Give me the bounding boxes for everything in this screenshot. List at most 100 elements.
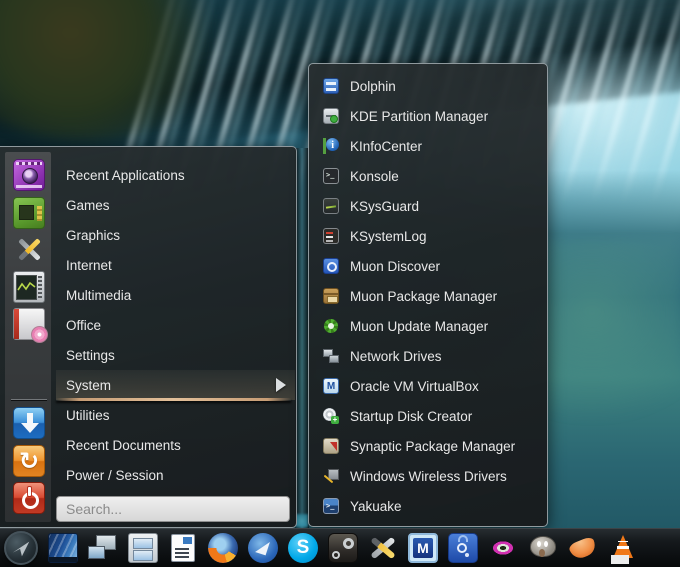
desktop-icon[interactable] — [48, 533, 78, 563]
eye-icon[interactable] — [488, 533, 518, 563]
crossed-tools-icon[interactable] — [13, 233, 45, 265]
app-launcher-icon[interactable] — [4, 531, 38, 565]
ksysguard-icon — [323, 198, 339, 214]
submenu-item-label: KSystemLog — [350, 228, 427, 244]
windows-wireless-drivers-icon — [323, 468, 339, 484]
menu-item-graphics[interactable]: Graphics — [56, 220, 295, 250]
submenu-item-kinfocenter[interactable]: KInfoCenter — [309, 131, 547, 161]
search-box — [56, 496, 290, 522]
submenu-item-label: KInfoCenter — [350, 138, 423, 154]
submenu-item-label: KSysGuard — [350, 198, 420, 214]
submenu-item-label: Synaptic Package Manager — [350, 438, 516, 454]
yakuake-icon — [323, 498, 339, 514]
muon-discover-icon — [323, 258, 339, 274]
menu-item-label: Office — [66, 317, 102, 333]
system-submenu-panel: Dolphin KDE Partition Manager KInfoCente… — [308, 63, 548, 527]
printer-icon[interactable] — [13, 308, 48, 343]
restart-icon[interactable] — [13, 445, 45, 477]
submenu-item-label: Oracle VM VirtualBox — [350, 378, 479, 394]
submenu-item-kde-partition-manager[interactable]: KDE Partition Manager — [309, 101, 547, 131]
file-cabinet-icon[interactable] — [128, 533, 158, 563]
displays-icon[interactable] — [88, 533, 118, 563]
submenu-item-muon-package-manager[interactable]: Muon Package Manager — [309, 281, 547, 311]
network-drives-icon — [323, 348, 339, 364]
oscilloscope-screen — [16, 275, 37, 300]
menu-item-utilities[interactable]: Utilities — [56, 400, 295, 430]
menu-item-label: Multimedia — [66, 287, 132, 303]
skype-icon[interactable] — [288, 533, 318, 563]
oscilloscope-icon[interactable] — [13, 271, 45, 303]
menu-item-label: Recent Applications — [66, 167, 185, 183]
submenu-item-startup-disk-creator[interactable]: Startup Disk Creator — [309, 401, 547, 431]
menu-item-label: Utilities — [66, 407, 110, 423]
launcher-arrow-icon — [12, 541, 30, 557]
strip-divider — [11, 399, 47, 400]
ksystemlog-icon — [323, 228, 339, 244]
tools-icon[interactable] — [368, 533, 398, 563]
category-list: Recent Applications Games Graphics Inter… — [56, 160, 295, 490]
dolphin-icon — [323, 78, 339, 94]
kinfocenter-icon — [323, 138, 339, 154]
application-menu-panel: Recent Applications Games Graphics Inter… — [0, 146, 297, 528]
submenu-item-konsole[interactable]: Konsole — [309, 161, 547, 191]
submenu-item-label: Konsole — [350, 168, 399, 184]
oscilloscope-knobs — [38, 276, 42, 298]
submenu-arrow-icon — [276, 378, 286, 392]
virtualbox-taskbar-icon[interactable] — [408, 533, 438, 563]
recent-applications-icon[interactable] — [13, 159, 45, 191]
submenu-item-virtualbox[interactable]: Oracle VM VirtualBox — [309, 371, 547, 401]
submenu-item-ksystemlog[interactable]: KSystemLog — [309, 221, 547, 251]
menu-item-label: Games — [66, 197, 110, 213]
menu-item-system[interactable]: System — [56, 370, 295, 401]
firefox-icon[interactable] — [208, 533, 238, 563]
submenu-item-dolphin[interactable]: Dolphin — [309, 71, 547, 101]
menu-item-label: Internet — [66, 257, 112, 273]
taskbar — [0, 528, 680, 567]
submenu-item-label: Dolphin — [350, 78, 396, 94]
menu-item-label: Recent Documents — [66, 437, 181, 453]
submenu-item-label: KDE Partition Manager — [350, 108, 489, 124]
submenu-item-muon-discover[interactable]: Muon Discover — [309, 251, 547, 281]
clementine-icon[interactable] — [568, 533, 598, 563]
submenu-item-label: Muon Package Manager — [350, 288, 498, 304]
menu-item-label: Power / Session — [66, 467, 164, 483]
search-input[interactable] — [56, 496, 290, 522]
submenu-item-synaptic[interactable]: Synaptic Package Manager — [309, 431, 547, 461]
startup-disk-creator-icon — [323, 408, 339, 424]
muon-discover-taskbar-icon[interactable] — [448, 533, 478, 563]
menu-item-power-session[interactable]: Power / Session — [56, 460, 295, 490]
synaptic-icon — [323, 438, 339, 454]
menu-item-label: Settings — [66, 347, 115, 363]
thunderbird-icon[interactable] — [248, 533, 278, 563]
menu-item-recent-documents[interactable]: Recent Documents — [56, 430, 295, 460]
submenu-item-label: Windows Wireless Drivers — [350, 468, 507, 484]
menu-item-label: System — [66, 377, 112, 393]
muon-package-manager-icon — [323, 288, 339, 304]
menu-item-internet[interactable]: Internet — [56, 250, 295, 280]
submenu-item-yakuake[interactable]: Yakuake — [309, 491, 547, 521]
virtualbox-icon — [323, 378, 339, 394]
menu-item-games[interactable]: Games — [56, 190, 295, 220]
menu-item-multimedia[interactable]: Multimedia — [56, 280, 295, 310]
muon-update-manager-icon — [323, 318, 339, 334]
wallpaper-gap-streak — [295, 148, 309, 528]
submenu-item-network-drives[interactable]: Network Drives — [309, 341, 547, 371]
menu-item-recent-applications[interactable]: Recent Applications — [56, 160, 295, 190]
submenu-item-ksysguard[interactable]: KSysGuard — [309, 191, 547, 221]
submenu-item-label: Network Drives — [350, 348, 442, 364]
download-icon[interactable] — [13, 407, 45, 439]
vlc-icon[interactable] — [608, 533, 638, 563]
submenu-item-label: Startup Disk Creator — [350, 408, 473, 424]
menu-item-office[interactable]: Office — [56, 310, 295, 340]
games-icon[interactable] — [13, 197, 45, 229]
submenu-item-muon-update-manager[interactable]: Muon Update Manager — [309, 311, 547, 341]
submenu-item-windows-wireless-drivers[interactable]: Windows Wireless Drivers — [309, 461, 547, 491]
submenu-item-label: Yakuake — [350, 498, 402, 514]
shutdown-icon[interactable] — [13, 482, 45, 514]
steam-icon[interactable] — [328, 533, 358, 563]
submenu-item-label: Muon Update Manager — [350, 318, 489, 334]
gimp-icon[interactable] — [528, 533, 558, 563]
submenu-item-label: Muon Discover — [350, 258, 441, 274]
menu-item-settings[interactable]: Settings — [56, 340, 295, 370]
document-icon[interactable] — [171, 534, 195, 562]
